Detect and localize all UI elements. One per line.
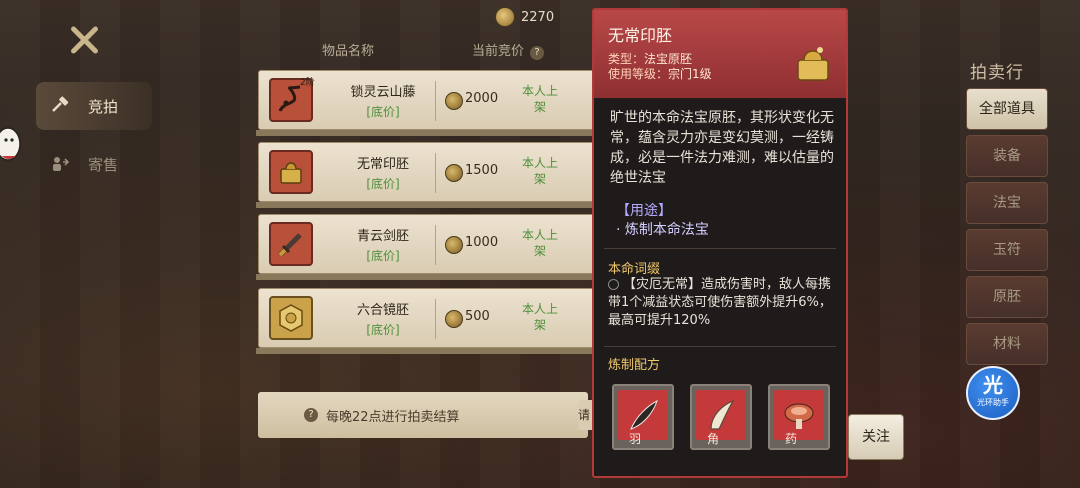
close-icon[interactable]	[66, 22, 102, 58]
auction-house-title: 拍卖行	[970, 63, 1024, 83]
item-price: 2000	[465, 91, 499, 106]
coin-icon	[445, 164, 463, 182]
tooltip-meta: 类型：法宝原胚 使用等级：宗门1级	[608, 52, 712, 82]
currency-display: 2270	[495, 6, 554, 28]
tooltip-description: 旷世的本命法宝原胚，其形状变化无常，蕴含灵力亦是变幻莫测，一经铸成，必是一件法力…	[610, 110, 834, 186]
type-label: 类型：	[608, 52, 645, 66]
tooltip-header: 无常印胚 类型：法宝原胚 使用等级：宗门1级	[594, 10, 846, 98]
item-name: 锁灵云山藤	[350, 85, 416, 100]
material-label: 药	[784, 432, 797, 446]
sword-item-icon	[269, 222, 313, 266]
material-label: 羽	[628, 432, 641, 446]
usage-item: · 炼制本命法宝	[616, 222, 709, 238]
row-shelf	[256, 130, 598, 136]
seal-embryo-icon	[790, 40, 836, 86]
category-materials[interactable]: 材料	[966, 323, 1048, 365]
divider	[604, 346, 836, 347]
row-divider	[435, 153, 436, 193]
auction-row[interactable]: 青云剑胚 [底价] 1000 本人上架	[258, 214, 598, 274]
row-shelf	[256, 202, 598, 208]
consign-icon	[50, 154, 70, 174]
mirror-item-icon	[269, 296, 313, 340]
category-embryo[interactable]: 原胚	[966, 276, 1048, 318]
nav-consign-tab[interactable]: 寄售	[36, 140, 152, 188]
item-floor-tag: [底价]	[366, 249, 400, 263]
nav-auction-label: 竞拍	[88, 97, 119, 116]
item-floor-tag: [底价]	[366, 323, 400, 337]
row-divider	[435, 299, 436, 339]
column-header-price: 当前竞价?	[472, 40, 545, 60]
item-seller: 本人上架	[521, 84, 558, 114]
row-divider	[435, 81, 436, 121]
row-shelf	[256, 274, 598, 280]
category-all[interactable]: 全部道具	[966, 88, 1048, 130]
affix-effect: 【灾厄无常】造成伤害时，敌人每携带1个减益状态可使伤害额外提升6%，最高可提升1…	[608, 276, 838, 330]
usage-title: 【用途】	[616, 203, 672, 219]
auction-row[interactable]: 2阶 锁灵云山藤 [底价] 2000 本人上架	[258, 70, 598, 130]
assistant-floating-button[interactable]: 光 光环助手	[966, 366, 1020, 420]
row-shelf	[256, 348, 598, 354]
nav-auction-tab[interactable]: 竞拍	[36, 82, 152, 130]
affix-title: 本命词缀	[608, 262, 661, 277]
recipe-material-horn[interactable]: 角	[690, 384, 752, 450]
assistant-label: 光环助手	[977, 398, 1009, 407]
assistant-logo: 光	[983, 373, 1003, 397]
tooltip-item-name: 无常印胚	[608, 26, 673, 45]
coin-icon	[445, 92, 463, 110]
level-label: 使用等级：	[608, 67, 669, 81]
type-value: 法宝原胚	[644, 52, 693, 66]
item-name: 青云剑胚	[356, 229, 409, 244]
level-value: 宗门1级	[668, 67, 712, 81]
item-floor-tag: [底价]	[366, 177, 400, 191]
column-header-name: 物品名称	[322, 44, 375, 59]
coin-icon	[445, 236, 463, 254]
divider	[604, 248, 836, 249]
coin-icon	[445, 310, 463, 328]
item-name: 无常印胚	[356, 157, 409, 172]
auction-row[interactable]: 六合镜胚 [底价] 500 本人上架	[258, 288, 598, 348]
help-icon[interactable]: ?	[530, 46, 545, 60]
hammer-icon	[50, 96, 70, 116]
settlement-hint: ? 每晚22点进行拍卖结算	[258, 392, 588, 438]
seal-item-icon	[269, 150, 313, 194]
currency-amount: 2270	[521, 9, 555, 25]
item-tier-badge: 2阶	[300, 78, 315, 88]
item-seller: 本人上架	[521, 228, 558, 258]
recipe-material-herb[interactable]: 药	[768, 384, 830, 450]
column-header-price-label: 当前竞价	[472, 44, 525, 59]
category-treasure[interactable]: 法宝	[966, 182, 1048, 224]
question-icon: ?	[304, 408, 318, 422]
item-seller: 本人上架	[521, 302, 558, 332]
item-name: 六合镜胚	[356, 303, 409, 318]
item-detail-tooltip: 无常印胚 类型：法宝原胚 使用等级：宗门1级 旷世的本命法宝原胚，其形状变化无常…	[592, 8, 848, 478]
bullet-icon	[608, 279, 619, 290]
nav-consign-label: 寄售	[88, 155, 119, 174]
item-price: 1000	[465, 235, 499, 250]
material-label: 角	[706, 432, 719, 446]
item-seller: 本人上架	[521, 156, 558, 186]
auction-row[interactable]: 无常印胚 [底价] 1500 本人上架	[258, 142, 598, 202]
follow-button[interactable]: 关注	[848, 414, 904, 460]
mascot-peek	[0, 122, 22, 166]
category-talisman[interactable]: 玉符	[966, 229, 1048, 271]
row-divider	[435, 225, 436, 265]
category-equipment[interactable]: 装备	[966, 135, 1048, 177]
settlement-hint-text: 每晚22点进行拍卖结算	[326, 409, 460, 425]
recipe-material-feather[interactable]: 羽	[612, 384, 674, 450]
item-price: 1500	[465, 163, 499, 178]
recipe-title: 炼制配方	[608, 358, 661, 373]
affix-effect-text: 【灾厄无常】造成伤害时，敌人每携带1个减益状态可使伤害额外提升6%，最高可提升1…	[608, 277, 832, 328]
item-price: 500	[465, 309, 490, 324]
spirit-stone-icon	[495, 7, 515, 27]
item-floor-tag: [底价]	[366, 105, 400, 119]
